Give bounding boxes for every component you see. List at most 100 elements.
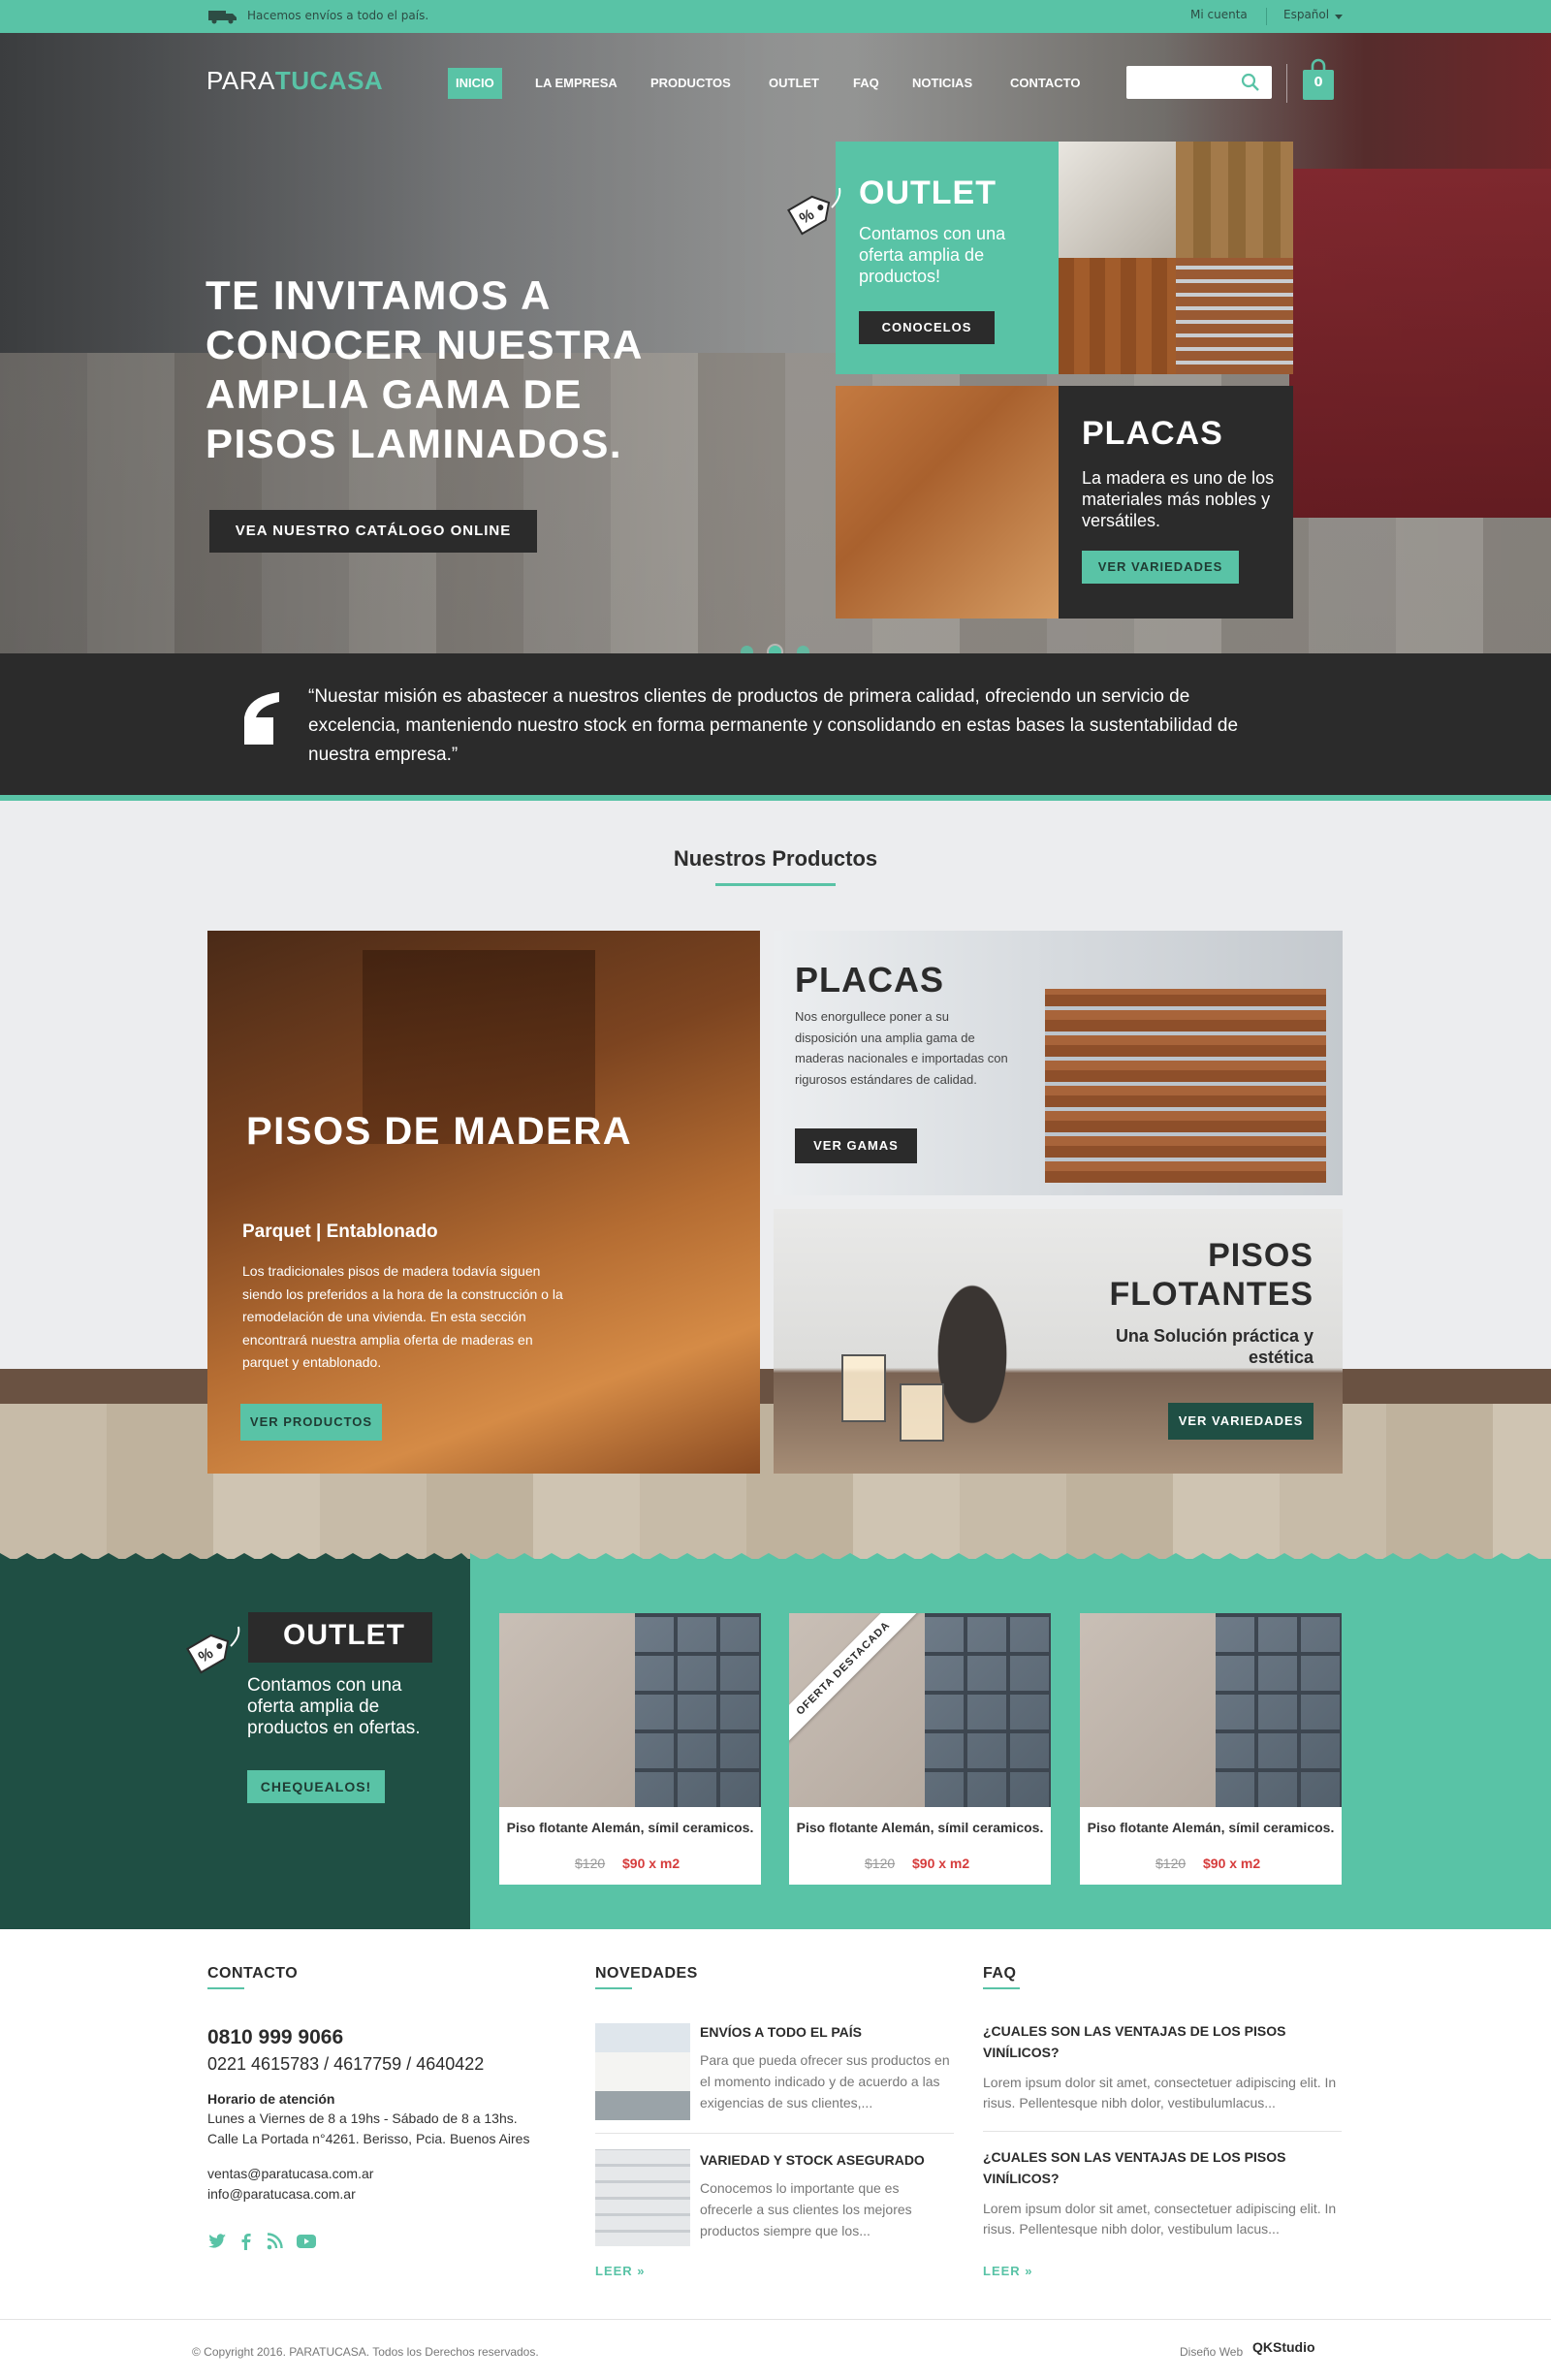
divider <box>1286 64 1287 103</box>
logo-part-1: PARA <box>206 66 275 95</box>
youtube-icon[interactable] <box>297 2233 316 2250</box>
phone-numbers: 0221 4615783 / 4617759 / 4640422 <box>207 2054 485 2074</box>
pisos-flotantes-card[interactable]: PISOS FLOTANTES Una Solución práctica y … <box>774 1209 1343 1474</box>
outlet-product-card[interactable]: Piso flotante Alemán, símil ceramicos. $… <box>499 1613 761 1885</box>
studio-logo[interactable]: QKStudio <box>1252 2339 1315 2355</box>
product-name: Piso flotante Alemán, símil ceramicos. <box>796 1820 1044 1835</box>
truck-image[interactable] <box>595 2023 690 2120</box>
placas-card: PLACAS La madera es uno de los materiale… <box>1059 386 1293 619</box>
pisos-madera-subtitle: Parquet | Entablonado <box>242 1222 438 1242</box>
slider-dot-3[interactable] <box>797 646 809 653</box>
news-title[interactable]: ENVÍOS A TODO EL PAÍS <box>700 2024 862 2040</box>
hero-headline: TE INVITAMOS A CONOCER NUESTRA AMPLIA GA… <box>206 272 643 466</box>
language-select[interactable]: Español <box>1283 8 1329 21</box>
lantern-image <box>900 1383 944 1442</box>
divider <box>983 2131 1342 2132</box>
twitter-icon[interactable] <box>207 2233 227 2250</box>
rss-icon[interactable] <box>266 2233 285 2250</box>
outlet-promo: OUTLET % Contamos con una oferta amplia … <box>0 1559 470 1929</box>
wood-planks-image <box>1059 258 1176 374</box>
facebook-icon[interactable] <box>237 2233 256 2250</box>
conocelos-button[interactable]: CONOCELOS <box>859 311 995 344</box>
chevron-down-icon[interactable] <box>1335 15 1343 19</box>
heading-underline <box>207 1987 244 1989</box>
nav-la-empresa[interactable]: LA EMPRESA <box>527 68 625 99</box>
chequealos-button[interactable]: CHEQUEALOS! <box>247 1770 385 1803</box>
hours-label: Horario de atención <box>207 2091 335 2107</box>
faq-question[interactable]: ¿CUALES SON LAS VENTAJAS DE LOS PISOS VI… <box>983 2020 1332 2063</box>
news-more-link[interactable]: LEER » <box>595 2264 646 2278</box>
news-heading: NOVEDADES <box>595 1965 698 1982</box>
sales-email[interactable]: ventas@paratucasa.com.ar <box>207 2166 373 2181</box>
discount-tag-icon: % <box>186 1626 240 1674</box>
faq-question[interactable]: ¿CUALES SON LAS VENTAJAS DE LOS PISOS VI… <box>983 2146 1332 2189</box>
ver-variedades-button[interactable]: VER VARIEDADES <box>1082 551 1239 584</box>
outlet-card-text: Contamos con una oferta amplia de produc… <box>859 224 1006 286</box>
news-text: Para que pueda ofrecer sus productos en … <box>700 2052 950 2110</box>
product-image <box>789 1613 1051 1807</box>
slider-dot-2[interactable] <box>769 646 781 653</box>
outlet-text: Contamos con una oferta amplia de produc… <box>247 1675 421 1738</box>
divider <box>595 2133 954 2134</box>
products-heading: Nuestros Productos <box>673 846 878 871</box>
address: Calle La Portada n°4261. Berisso, Pcia. … <box>207 2131 530 2146</box>
truck-icon <box>208 11 237 24</box>
price: $90 x m2 <box>622 1856 681 1871</box>
discount-tag-icon: % <box>787 187 841 236</box>
ver-productos-button[interactable]: VER PRODUCTOS <box>240 1404 382 1441</box>
copyright-text: © Copyright 2016. PARATUCASA. Todos los … <box>192 2345 539 2359</box>
logo-part-2: TUCASA <box>274 66 384 95</box>
faq-more-link[interactable]: LEER » <box>983 2264 1033 2278</box>
nav-inicio[interactable]: INICIO <box>448 68 502 99</box>
heading-underline <box>715 883 836 886</box>
news-title[interactable]: VARIEDAD Y STOCK ASEGURADO <box>700 2152 925 2168</box>
slider-dot-1[interactable] <box>741 646 753 653</box>
info-email[interactable]: info@paratucasa.com.ar <box>207 2186 356 2202</box>
outlet-card: OUTLET Contamos con una oferta amplia de… <box>836 142 1059 374</box>
shipping-notice: Hacemos envíos a todo el país. <box>247 9 429 22</box>
faq-heading: FAQ <box>983 1965 1017 1982</box>
outlet-image-grid <box>1059 142 1293 374</box>
hero-section: PARATUCASA INICIO LA EMPRESA PRODUCTOS O… <box>0 33 1551 653</box>
old-price: $120 <box>865 1856 896 1871</box>
my-account-link[interactable]: Mi cuenta <box>1190 8 1248 21</box>
nav-contacto[interactable]: CONTACTO <box>1002 68 1088 99</box>
placas-card-text: La madera es uno de los materiales más n… <box>1082 468 1275 530</box>
chair-floor-image <box>836 386 1059 619</box>
old-price: $120 <box>1155 1856 1187 1871</box>
pisos-madera-card[interactable]: PISOS DE MADERA Parquet | Entablonado Lo… <box>207 931 760 1474</box>
nav-faq[interactable]: FAQ <box>845 68 887 99</box>
product-image <box>499 1613 761 1807</box>
placas-card-title: PLACAS <box>1082 415 1223 452</box>
outlet-card-title: OUTLET <box>859 175 997 211</box>
footer: CONTACTO 0810 999 9066 0221 4615783 / 46… <box>0 1929 1551 2380</box>
divider <box>1266 8 1267 25</box>
catalog-button[interactable]: VEA NUESTRO CATÁLOGO ONLINE <box>209 510 537 553</box>
site-logo[interactable]: PARATUCASA <box>206 66 383 96</box>
price: $90 x m2 <box>912 1856 970 1871</box>
pisos-flotantes-subtitle: Una Solución práctica y estética <box>1115 1326 1314 1367</box>
old-price: $120 <box>575 1856 606 1871</box>
nav-outlet[interactable]: OUTLET <box>761 68 827 99</box>
lantern-image <box>841 1354 886 1422</box>
main-phone[interactable]: 0810 999 9066 <box>207 2026 343 2049</box>
news-text: Conocemos lo importante que es ofrecerle… <box>700 2180 912 2238</box>
search-icon[interactable] <box>1239 72 1262 93</box>
mission-section: “Nuestar misión es abastecer a nuestros … <box>0 653 1551 801</box>
ver-variedades-button[interactable]: VER VARIEDADES <box>1168 1403 1314 1440</box>
nav-noticias[interactable]: NOTICIAS <box>904 68 980 99</box>
accent-bar <box>0 795 1551 801</box>
cart-count: 0 <box>1314 76 1323 90</box>
stock-image[interactable] <box>595 2149 690 2246</box>
contact-heading: CONTACTO <box>207 1965 299 1982</box>
outlet-product-card[interactable]: Piso flotante Alemán, símil ceramicos. $… <box>1080 1613 1342 1885</box>
heading-underline <box>983 1987 1020 1989</box>
placas-card[interactable]: PLACAS Nos enorgullece poner a su dispos… <box>774 931 1343 1195</box>
mission-text: “Nuestar misión es abastecer a nuestros … <box>308 686 1239 765</box>
ver-gamas-button[interactable]: VER GAMAS <box>795 1128 917 1163</box>
nav-productos[interactable]: PRODUCTOS <box>643 68 739 99</box>
outlet-product-card[interactable]: OFERTA DESTACADA Piso flotante Alemán, s… <box>789 1613 1051 1885</box>
pisos-madera-title: PISOS DE MADERA <box>246 1110 633 1153</box>
hours: Lunes a Viernes de 8 a 19hs - Sábado de … <box>207 2110 518 2126</box>
wood-floor-image <box>1176 142 1293 258</box>
